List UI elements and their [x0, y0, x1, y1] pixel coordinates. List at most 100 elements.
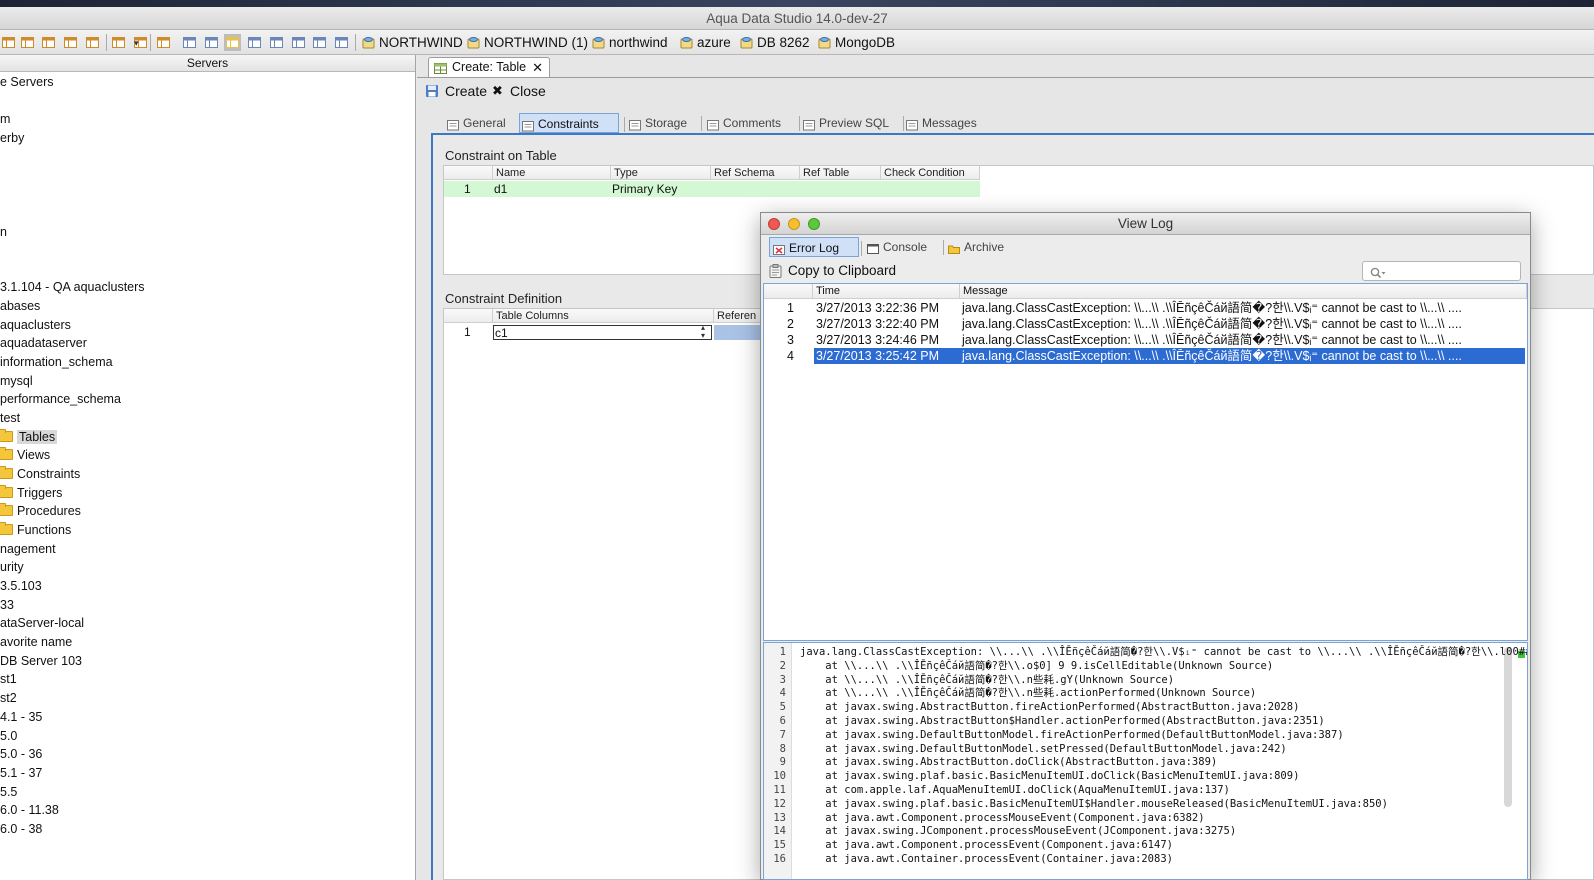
stack-trace-text: at java.awt.Component.processEvent(Compo…: [800, 839, 1173, 852]
tree-item[interactable]: Constraints: [0, 465, 80, 483]
subtab-preview-sql[interactable]: Preview SQL: [801, 113, 904, 133]
tree-item[interactable]: urity: [0, 558, 24, 576]
tree-item[interactable]: erby: [0, 129, 24, 147]
constraint-type[interactable]: Primary Key: [612, 181, 677, 197]
log-row-message: java.lang.ClassCastException: \\...\\ .\…: [962, 317, 1462, 331]
toolbar-separator: [355, 34, 356, 51]
log-row[interactable]: 1 3/27/2013 3:22:36 PM java.lang.ClassCast…: [764, 300, 1527, 316]
view-log-tab-error-log[interactable]: Error Log: [769, 237, 862, 257]
stack-trace-line: 11 at com.apple.laf.AquaMenuItemUI.doCli…: [764, 783, 1524, 797]
log-row[interactable]: 4 3/27/2013 3:25:42 PM java.lang.ClassCast…: [764, 348, 1527, 364]
table-row[interactable]: 1 d1 Primary Key: [444, 181, 980, 197]
toolbar-button-1-icon[interactable]: [2, 36, 15, 49]
close-button[interactable]: Close: [510, 81, 546, 101]
tree-item[interactable]: st2: [0, 689, 17, 707]
subtab-label: Storage: [645, 116, 688, 130]
tab-create-table[interactable]: Create: Table ✕: [428, 57, 550, 77]
toolbar-button-15-icon[interactable]: [313, 36, 326, 49]
tree-item[interactable]: 6.0 - 38: [0, 820, 42, 838]
view-log-tab-console[interactable]: Console: [864, 237, 944, 257]
tree-item-label: st1: [0, 672, 17, 686]
tree-item[interactable]: 5.1 - 37: [0, 764, 42, 782]
tree-item[interactable]: Functions: [0, 521, 71, 539]
toolbar-button-8-icon[interactable]: [157, 36, 170, 49]
tree-item[interactable]: avorite name: [0, 633, 72, 651]
column-combo[interactable]: c1 ▴ ▾: [493, 324, 712, 340]
subtab-constraints[interactable]: Constraints: [519, 113, 625, 133]
tree-item[interactable]: performance_schema: [0, 390, 121, 408]
zoom-window-icon[interactable]: [808, 218, 820, 230]
tree-item[interactable]: 4.1 - 35: [0, 708, 42, 726]
toolbar-separator: [150, 34, 151, 51]
general-icon: [447, 117, 459, 131]
connection-6[interactable]: MongoDB: [818, 34, 895, 51]
tree-item[interactable]: Triggers: [0, 484, 62, 502]
connection-5[interactable]: DB 8262: [740, 34, 810, 51]
minimize-window-icon[interactable]: [788, 218, 800, 230]
toolbar-button-10-icon[interactable]: [205, 36, 218, 49]
tree-item[interactable]: test: [0, 409, 20, 427]
tree-item[interactable]: 5.0: [0, 727, 17, 745]
tree-item[interactable]: m: [0, 110, 10, 128]
subtab-general[interactable]: General: [445, 113, 522, 133]
tree-item[interactable]: 5.0 - 36: [0, 745, 42, 763]
toolbar-button-14-icon[interactable]: [292, 36, 305, 49]
toolbar-button-4-icon[interactable]: [64, 36, 77, 49]
connection-3[interactable]: northwind: [592, 34, 668, 51]
tree-item[interactable]: aquadataserver: [0, 334, 87, 352]
stepper-icon[interactable]: ▴ ▾: [701, 324, 705, 340]
search-input[interactable]: [1389, 263, 1517, 279]
tree-item[interactable]: 33: [0, 596, 14, 614]
server-icon: [362, 36, 375, 49]
subtab-comments[interactable]: Comments: [705, 113, 800, 133]
tree-item[interactable]: mysql: [0, 372, 33, 390]
tree-item[interactable]: Tables: [0, 428, 58, 446]
log-row[interactable]: 3 3/27/2013 3:24:46 PM java.lang.ClassCast…: [764, 332, 1527, 348]
toolbar-button-6-icon[interactable]: [112, 36, 125, 49]
subtab-storage[interactable]: Storage: [627, 113, 702, 133]
tree-item[interactable]: 5.5: [0, 783, 17, 801]
dropdown-arrow-icon[interactable]: ▾: [134, 38, 139, 49]
connection-4[interactable]: azure: [680, 34, 731, 51]
toolbar-button-3-icon[interactable]: [42, 36, 55, 49]
tree-item[interactable]: ataServer-local: [0, 614, 84, 632]
log-search-field[interactable]: [1362, 261, 1521, 281]
toolbar-button-13-icon[interactable]: [270, 36, 283, 49]
servers-panel: Servers e Servers m erby n 3.1.104 - QA aqua…: [0, 55, 416, 880]
tree-item[interactable]: Procedures: [0, 502, 81, 520]
toolbar-button-9-icon[interactable]: [183, 36, 196, 49]
tree-item-label: ataServer-local: [0, 616, 85, 630]
tree-item[interactable]: nagement: [0, 540, 56, 558]
subtab-messages[interactable]: Messages: [904, 113, 982, 133]
tree-item[interactable]: aquaclusters: [0, 316, 71, 334]
view-log-tab-archive[interactable]: Archive: [945, 237, 1017, 257]
tree-item[interactable]: n: [0, 223, 7, 241]
copy-to-clipboard-button[interactable]: Copy to Clipboard: [788, 263, 896, 278]
log-row[interactable]: 2 3/27/2013 3:22:40 PM java.lang.ClassCast…: [764, 316, 1527, 332]
tree-item[interactable]: 3.5.103: [0, 577, 42, 595]
tree-item[interactable]: abases: [0, 297, 40, 315]
toolbar-button-11-icon[interactable]: [224, 34, 241, 51]
toolbar-button-16-icon[interactable]: [335, 36, 348, 49]
toolbar-button-2-icon[interactable]: [21, 36, 34, 49]
stack-trace-text: at \\...\\ .\\ÎĒñçêČáй語简�?한\\.n些耗.gY(Unk…: [800, 673, 1175, 686]
tree-item[interactable]: e Servers: [0, 73, 54, 91]
tree-item[interactable]: 6.0 - 11.38: [0, 801, 59, 819]
tree-item[interactable]: 3.1.104 - QA aquaclusters: [0, 278, 145, 296]
close-tab-icon[interactable]: ✕: [532, 58, 543, 77]
error-log-icon: [773, 242, 785, 255]
toolbar-button-12-icon[interactable]: [248, 36, 261, 49]
toolbar-button-5-icon[interactable]: [86, 36, 99, 49]
connection-2[interactable]: NORTHWIND (1): [467, 34, 588, 51]
constraint-name[interactable]: d1: [494, 181, 507, 197]
connection-1[interactable]: NORTHWIND: [362, 34, 463, 51]
create-button[interactable]: Create: [445, 81, 487, 101]
close-window-icon[interactable]: [768, 218, 780, 230]
storage-icon: [629, 117, 641, 131]
tree-item[interactable]: st1: [0, 670, 17, 688]
tree-item[interactable]: DB Server 103: [0, 652, 82, 670]
column-header: Type: [611, 166, 711, 180]
tree-item[interactable]: Views: [0, 446, 50, 464]
line-number: 6: [779, 715, 786, 727]
tree-item[interactable]: information_schema: [0, 353, 113, 371]
